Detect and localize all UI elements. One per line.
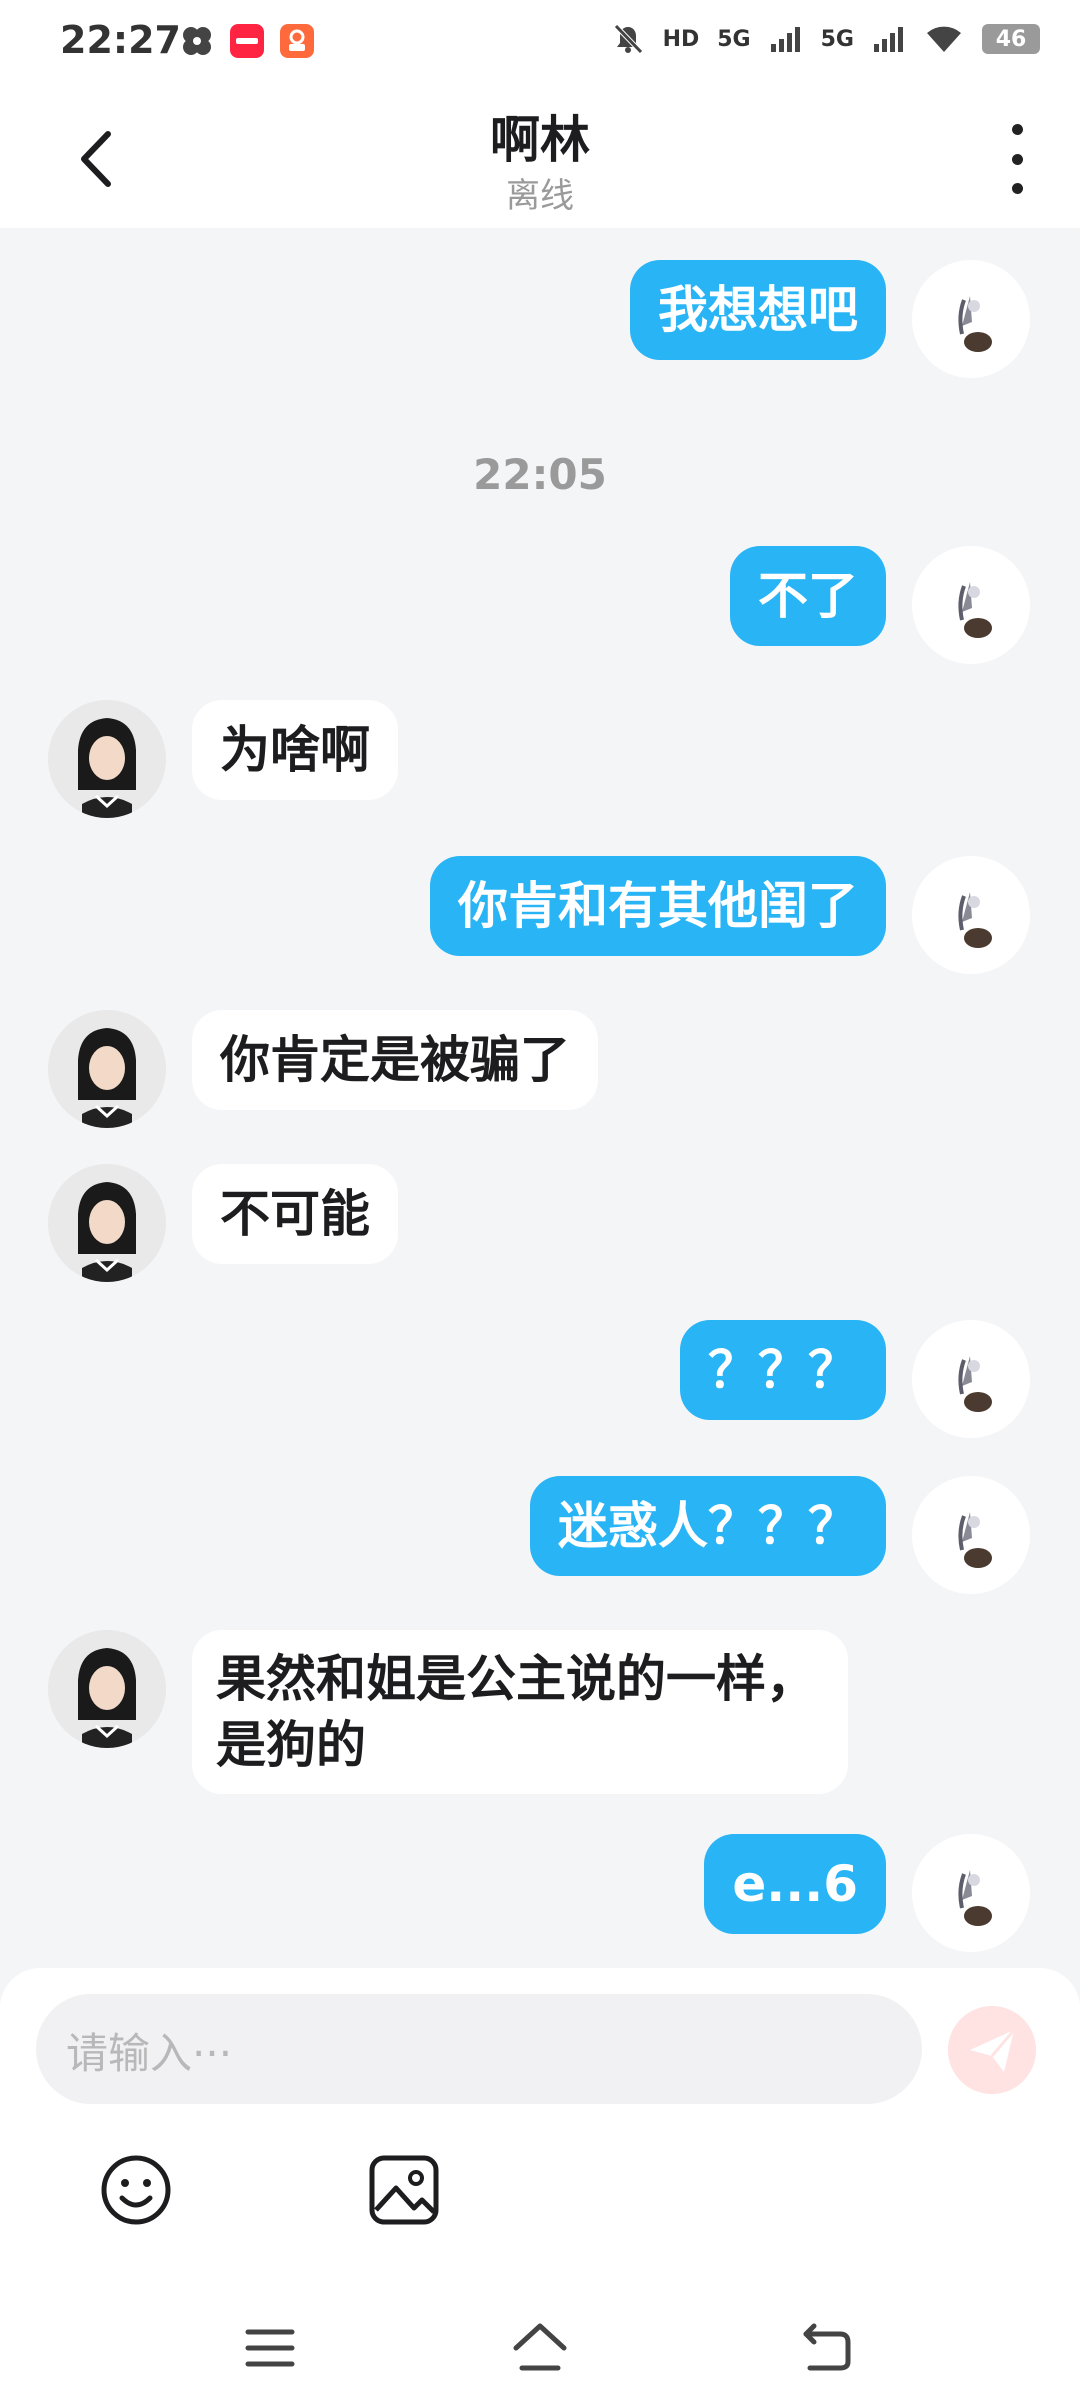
contact-avatar[interactable] xyxy=(48,1010,166,1128)
message-bubble-incoming[interactable]: 为啥啊 xyxy=(192,700,398,800)
message-bubble-outgoing[interactable]: ？？？ xyxy=(680,1320,886,1420)
menu-nav-icon[interactable] xyxy=(240,2318,300,2378)
pinwheel-app-icon xyxy=(183,27,211,55)
time-separator: 22:05 xyxy=(473,450,607,499)
message-list[interactable]: 我想想吧 22:05 不了 为啥啊 你肯和有其他闺了 你肯定是被骗了 不可能 ？… xyxy=(0,228,1080,1968)
message-bubble-outgoing[interactable]: e...6 xyxy=(704,1834,886,1934)
message-bubble-outgoing[interactable]: 不了 xyxy=(730,546,886,646)
mute-bell-icon xyxy=(613,24,643,54)
image-icon[interactable] xyxy=(364,2150,444,2230)
wifi-icon xyxy=(927,26,961,52)
emoji-icon[interactable] xyxy=(96,2150,176,2230)
hd-indicator: HD xyxy=(662,26,700,52)
my-avatar[interactable] xyxy=(912,856,1030,974)
message-bubble-outgoing[interactable]: 你肯和有其他闺了 xyxy=(430,856,886,956)
contact-avatar[interactable] xyxy=(48,1164,166,1282)
battery-icon: 46 xyxy=(982,24,1040,54)
home-nav-icon[interactable] xyxy=(510,2318,570,2378)
signal-5g-1: 5G xyxy=(717,26,751,52)
message-bubble-incoming[interactable]: 果然和姐是公主说的一样，是狗的 xyxy=(192,1630,848,1794)
signal-5g-2: 5G xyxy=(820,26,854,52)
my-avatar[interactable] xyxy=(912,546,1030,664)
status-time: 22:27 xyxy=(60,18,181,62)
send-button[interactable] xyxy=(948,2006,1036,2094)
more-options-icon[interactable] xyxy=(1002,124,1032,194)
message-bubble-outgoing[interactable]: 我想想吧 xyxy=(630,260,886,360)
chat-header: 啊林 离线 xyxy=(0,84,1080,228)
message-input[interactable]: 请输入··· xyxy=(36,1994,922,2104)
message-bubble-outgoing[interactable]: 迷惑人？？？ xyxy=(530,1476,886,1576)
my-avatar[interactable] xyxy=(912,1834,1030,1952)
notification-icons xyxy=(180,24,314,58)
input-placeholder: 请输入··· xyxy=(66,2029,233,2078)
online-status: 离线 xyxy=(506,176,574,216)
shopping-app-icon xyxy=(280,24,314,58)
message-bubble-incoming[interactable]: 不可能 xyxy=(192,1164,398,1264)
back-nav-icon[interactable] xyxy=(796,2318,856,2378)
input-panel: 请输入··· xyxy=(0,1968,1080,2408)
signal-bars-icon xyxy=(770,27,800,52)
my-avatar[interactable] xyxy=(912,260,1030,378)
my-avatar[interactable] xyxy=(912,1476,1030,1594)
contact-avatar[interactable] xyxy=(48,700,166,818)
status-indicators: HD 5G 5G 46 xyxy=(611,22,1040,56)
signal-bars-icon-2 xyxy=(874,27,903,52)
xiaohongshu-app-icon xyxy=(230,24,264,58)
chat-title: 啊林 xyxy=(490,111,590,169)
message-bubble-incoming[interactable]: 你肯定是被骗了 xyxy=(192,1010,598,1110)
contact-avatar[interactable] xyxy=(48,1630,166,1748)
my-avatar[interactable] xyxy=(912,1320,1030,1438)
status-bar: 22:27 HD 5G 5G 46 xyxy=(0,0,1080,84)
